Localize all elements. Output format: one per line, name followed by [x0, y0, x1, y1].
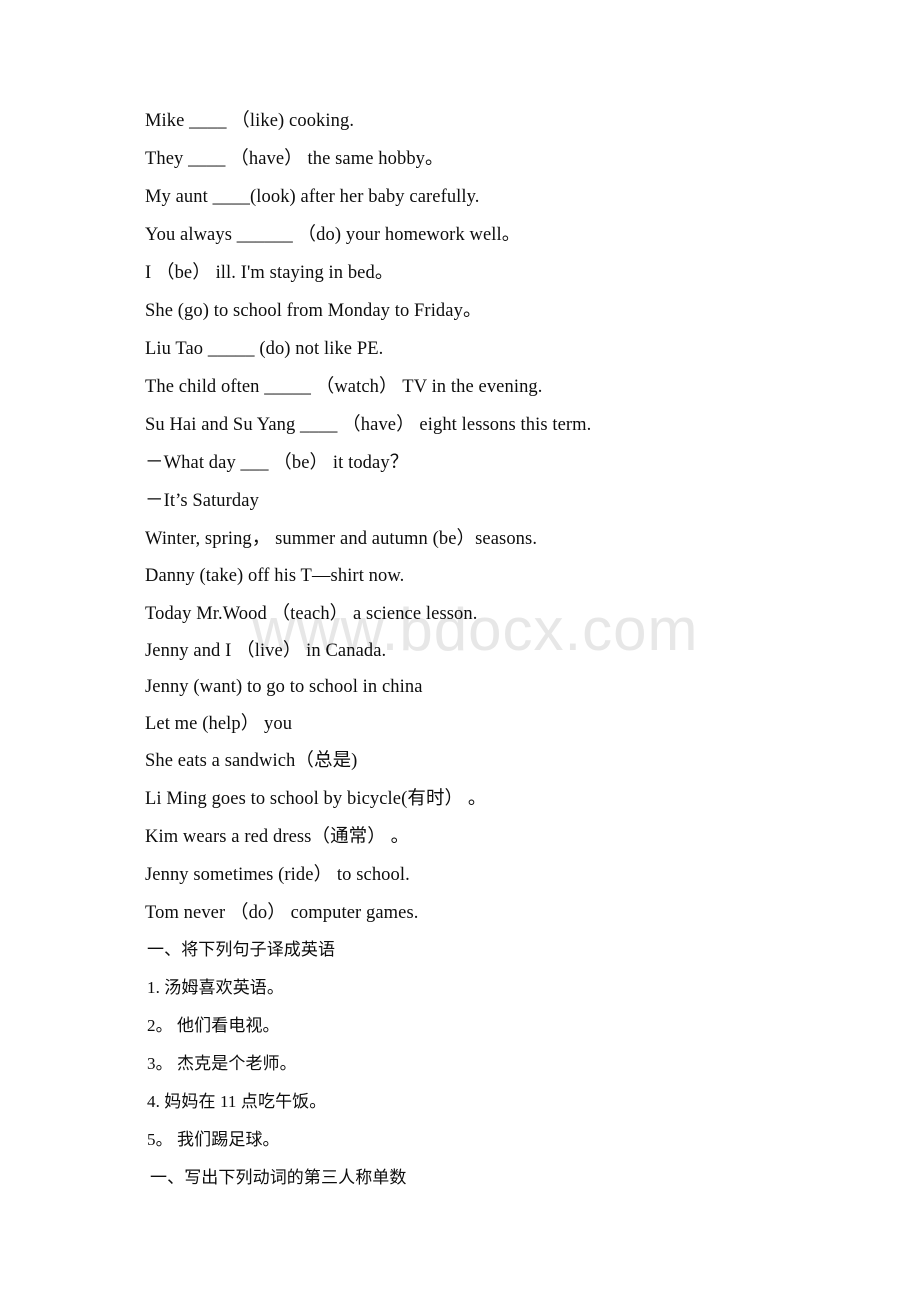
document-line: Mike ____ （like) cooking.	[145, 111, 355, 131]
document-line: 3。 杰克是个老师。	[147, 1054, 297, 1073]
document-line: Danny (take) off his T—shirt now.	[145, 566, 405, 586]
document-line: Li Ming goes to school by bicycle(有时） 。	[145, 789, 487, 809]
document-line: Su Hai and Su Yang ____ （have） eight les…	[145, 415, 592, 435]
document-line: 5。 我们踢足球。	[147, 1130, 280, 1149]
document-line: Liu Tao _____ (do) not like PE.	[145, 339, 384, 359]
document-line: Tom never （do） computer games.	[145, 903, 419, 923]
document-line: －It’s Saturday	[145, 491, 259, 511]
document-line: You always ______ （do) your homework wel…	[145, 225, 521, 245]
document-line: Jenny (want) to go to school in china	[145, 677, 423, 697]
document-line: 一、将下列句子译成英语	[147, 940, 336, 959]
document-line: 一、写出下列动词的第三人称单数	[150, 1168, 407, 1187]
document-line: She (go) to school from Monday to Friday…	[145, 301, 482, 321]
document-line: Jenny sometimes (ride） to school.	[145, 865, 410, 885]
document-page: www.bdocx.com Mike ____ （like) cooking. T…	[0, 0, 920, 1302]
document-line: I （be） ill. I'm staying in bed。	[145, 263, 394, 283]
document-line: Today Mr.Wood （teach） a science lesson.	[145, 604, 478, 624]
document-line: Jenny and I （live） in Canada.	[145, 641, 387, 661]
document-line: Winter, spring， summer and autumn (be）se…	[145, 529, 538, 549]
document-line: Kim wears a red dress（通常） 。	[145, 827, 410, 847]
document-line: 2。 他们看电视。	[147, 1016, 280, 1035]
document-line: 4. 妈妈在 11 点吃午饭。	[147, 1092, 327, 1111]
document-line: She eats a sandwich（总是)	[145, 751, 358, 771]
document-line: －What day ___ （be） it today？	[145, 453, 409, 473]
document-line: The child often _____ （watch） TV in the …	[145, 377, 543, 397]
document-line: My aunt ____(look) after her baby carefu…	[145, 187, 480, 207]
document-line: 1. 汤姆喜欢英语。	[147, 978, 284, 997]
document-line: They ____ （have） the same hobby。	[145, 149, 444, 169]
document-line: Let me (help） you	[145, 714, 293, 734]
